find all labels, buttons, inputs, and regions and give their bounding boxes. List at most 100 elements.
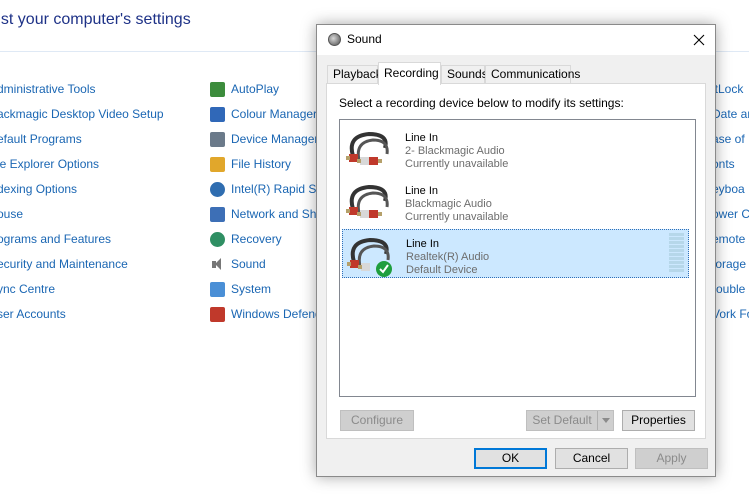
cp-link-label: ser Accounts bbox=[0, 307, 66, 321]
configure-button[interactable]: Configure bbox=[340, 410, 414, 431]
rca-cable-icon bbox=[346, 131, 389, 165]
cp-link-label: Sound bbox=[231, 257, 266, 271]
rca-cable-icon bbox=[347, 237, 392, 277]
cp-link-recovery[interactable]: Recovery bbox=[210, 230, 282, 248]
cp-link-label: ouse bbox=[0, 207, 24, 221]
dialog-titlebar[interactable]: Sound bbox=[317, 25, 715, 55]
cp-link-label: Vork Fo bbox=[712, 307, 749, 321]
recovery-icon bbox=[210, 231, 225, 247]
system-icon bbox=[210, 281, 225, 297]
cp-link-work-folders[interactable]: Vork Fo bbox=[712, 305, 749, 323]
cp-link-label: ackmagic Desktop Video Setup bbox=[0, 107, 164, 121]
cp-link-label: Intel(R) Rapid Sto bbox=[231, 182, 327, 196]
cp-link-indexing-options[interactable]: dexing Options bbox=[0, 180, 77, 198]
device-driver: 2- Blackmagic Audio bbox=[405, 145, 505, 157]
file-history-icon bbox=[210, 156, 225, 172]
rca-cable-icon bbox=[346, 184, 389, 218]
cp-link-label: emote bbox=[712, 232, 746, 246]
cp-link-remoteapp[interactable]: emote bbox=[712, 230, 745, 248]
device-name: Line In bbox=[406, 238, 440, 250]
tab-communications[interactable]: Communications bbox=[485, 65, 580, 84]
device-item-line-in-blackmagic[interactable]: Line In Blackmagic Audio Currently unava… bbox=[342, 177, 689, 226]
sound-icon bbox=[210, 257, 225, 272]
cp-link-sync-centre[interactable]: ync Centre bbox=[0, 280, 55, 298]
cp-link-label: dministrative Tools bbox=[0, 82, 96, 96]
cp-link-label: Recovery bbox=[231, 232, 282, 246]
cp-link-intel-rapid-storage[interactable]: Intel(R) Rapid Sto bbox=[210, 180, 326, 198]
cp-link-security-maintenance[interactable]: ecurity and Maintenance bbox=[0, 255, 128, 273]
cp-link-programs-features[interactable]: ograms and Features bbox=[0, 230, 111, 248]
cp-link-label: dexing Options bbox=[0, 182, 78, 196]
device-status: Currently unavailable bbox=[405, 211, 509, 223]
cp-link-user-accounts[interactable]: ser Accounts bbox=[0, 305, 66, 323]
cp-link-network-sharing[interactable]: Network and Sha bbox=[210, 205, 323, 223]
cancel-button[interactable]: Cancel bbox=[555, 448, 628, 469]
cp-link-power-options[interactable]: ower C bbox=[712, 205, 749, 223]
cp-link-default-programs[interactable]: efault Programs bbox=[0, 130, 82, 148]
properties-button[interactable]: Properties bbox=[622, 410, 695, 431]
windows-defender-icon bbox=[210, 306, 225, 322]
cp-link-label: ync Centre bbox=[0, 282, 56, 296]
device-name: Line In bbox=[405, 185, 439, 197]
tab-sounds[interactable]: Sounds bbox=[441, 65, 488, 84]
cp-link-label: itLock bbox=[712, 82, 744, 96]
close-icon bbox=[693, 34, 704, 45]
cp-link-sound[interactable]: Sound bbox=[210, 255, 266, 273]
dialog-title: Sound bbox=[347, 32, 382, 46]
cp-link-device-manager[interactable]: Device Manager bbox=[210, 130, 318, 148]
device-item-line-in-2-blackmagic[interactable]: Line In 2- Blackmagic Audio Currently un… bbox=[342, 124, 689, 173]
cp-link-ease-of-access[interactable]: ase of bbox=[712, 130, 745, 148]
cp-link-label: Colour Manager bbox=[231, 107, 318, 121]
cp-link-autoplay[interactable]: AutoPlay bbox=[210, 80, 279, 98]
cp-link-keyboard[interactable]: eyboa bbox=[712, 180, 745, 198]
cp-link-windows-defender[interactable]: Windows Defend bbox=[210, 305, 322, 323]
device-item-line-in-realtek[interactable]: Line In Realtek(R) Audio Default Device bbox=[342, 229, 689, 278]
cp-link-bitlocker[interactable]: itLock bbox=[712, 80, 743, 98]
intel-rapid-storage-icon bbox=[210, 181, 225, 197]
cp-link-system[interactable]: System bbox=[210, 280, 271, 298]
cp-link-file-explorer-options[interactable]: le Explorer Options bbox=[0, 155, 99, 173]
cp-link-label: File History bbox=[231, 157, 292, 171]
set-default-label: Set Default bbox=[532, 413, 592, 427]
tab-recording[interactable]: Recording bbox=[378, 62, 441, 85]
device-status: Currently unavailable bbox=[405, 158, 509, 170]
cp-link-label: ower C bbox=[712, 207, 749, 221]
autoplay-icon bbox=[210, 81, 225, 97]
cp-link-blackmagic-setup[interactable]: ackmagic Desktop Video Setup bbox=[0, 105, 164, 123]
cp-link-label: Date an bbox=[712, 107, 749, 121]
cp-link-label: ograms and Features bbox=[0, 232, 112, 246]
cp-link-label: efault Programs bbox=[0, 132, 82, 146]
device-status: Default Device bbox=[406, 264, 478, 276]
cp-link-storage-spaces[interactable]: torage bbox=[712, 255, 746, 273]
device-manager-icon bbox=[210, 131, 225, 147]
set-default-button[interactable]: Set Default bbox=[526, 410, 614, 431]
cp-link-colour-management[interactable]: Colour Manager bbox=[210, 105, 317, 123]
cp-link-label: Windows Defend bbox=[231, 307, 322, 321]
tab-playback[interactable]: Playback bbox=[327, 65, 382, 84]
dropdown-arrow[interactable] bbox=[597, 411, 613, 430]
cp-link-date-time[interactable]: Date an bbox=[712, 105, 749, 123]
close-button[interactable] bbox=[682, 25, 715, 54]
device-name: Line In bbox=[405, 132, 439, 144]
speaker-app-icon bbox=[328, 33, 341, 46]
cp-link-label: System bbox=[231, 282, 272, 296]
device-driver: Blackmagic Audio bbox=[405, 198, 492, 210]
device-list[interactable]: Line In 2- Blackmagic Audio Currently un… bbox=[339, 119, 696, 397]
cp-link-label: AutoPlay bbox=[231, 82, 280, 96]
cp-link-mouse[interactable]: ouse bbox=[0, 205, 23, 223]
cp-link-troubleshooting[interactable]: rouble bbox=[712, 280, 745, 298]
network-icon bbox=[210, 206, 225, 222]
level-meter bbox=[669, 233, 684, 274]
cp-link-label: le Explorer Options bbox=[0, 157, 100, 171]
ok-button[interactable]: OK bbox=[474, 448, 547, 469]
cp-link-label: Device Manager bbox=[231, 132, 319, 146]
apply-button[interactable]: Apply bbox=[635, 448, 708, 469]
cp-link-administrative-tools[interactable]: dministrative Tools bbox=[0, 80, 95, 98]
cp-link-label: Network and Sha bbox=[231, 207, 324, 221]
colour-management-icon bbox=[210, 106, 225, 122]
chevron-down-icon bbox=[601, 418, 610, 423]
page-title: ust your computer's settings bbox=[0, 11, 191, 28]
recording-panel: Select a recording device below to modif… bbox=[326, 83, 706, 439]
cp-link-file-history[interactable]: File History bbox=[210, 155, 291, 173]
cp-link-label: ecurity and Maintenance bbox=[0, 257, 128, 271]
